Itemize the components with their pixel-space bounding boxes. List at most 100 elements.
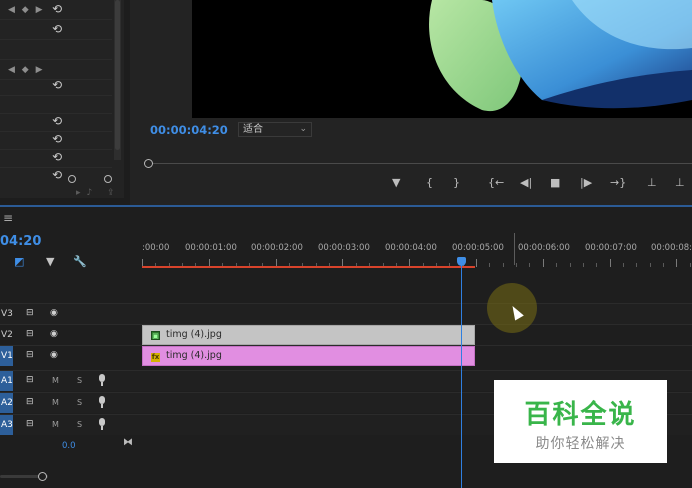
- fx-property-row: ⟲: [0, 114, 112, 132]
- time-ruler-labels: :00:00 00:00:01:00 00:00:02:00 00:00:03:…: [142, 243, 692, 257]
- toggle-sync-lock-icon[interactable]: ⊟: [26, 329, 34, 339]
- mark-out-button[interactable]: }: [453, 176, 460, 192]
- fx-badge-icon: fx: [151, 353, 160, 362]
- timeline-timecode[interactable]: 04:20: [0, 234, 41, 249]
- image-clip-icon: ▣: [151, 331, 160, 340]
- eye-icon[interactable]: ◉: [50, 308, 58, 318]
- preview-image: [429, 0, 692, 112]
- fx-zoom-slider[interactable]: [68, 175, 114, 183]
- ruler-minor-tick: [689, 263, 691, 267]
- mute-button[interactable]: M: [52, 420, 59, 429]
- ruler-label: :00:00: [142, 243, 170, 253]
- program-scrub-bar[interactable]: [148, 163, 692, 164]
- step-forward-button[interactable]: |▶: [580, 176, 592, 192]
- add-marker-button[interactable]: ▼: [392, 176, 400, 192]
- ruler-label: 00:00:01:00: [185, 243, 237, 253]
- ruler-label: 00:00:07:00: [585, 243, 637, 253]
- ruler-label: 00:00:04:00: [385, 243, 437, 253]
- toggle-sync-lock-icon[interactable]: ⊟: [26, 350, 34, 360]
- master-volume-value[interactable]: 0.0: [62, 441, 76, 451]
- lift-button[interactable]: ⊥: [647, 176, 657, 192]
- microphone-icon[interactable]: [99, 418, 105, 430]
- toggle-sync-lock-icon[interactable]: ⊟: [26, 397, 34, 407]
- ruler-label: 00:00:06:00: [518, 243, 570, 253]
- program-timecode[interactable]: 00:00:04:20: [150, 123, 228, 137]
- ruler-minor-tick: [529, 263, 531, 267]
- add-marker-icon[interactable]: ▼: [46, 255, 54, 268]
- toggle-sync-lock-icon[interactable]: ⊟: [26, 419, 34, 429]
- reset-icon[interactable]: ⟲: [52, 133, 64, 145]
- playhead-handle[interactable]: [457, 257, 466, 266]
- mute-button[interactable]: M: [52, 376, 59, 385]
- fx-property-row: ⟲: [0, 150, 112, 168]
- extract-button[interactable]: ⊥: [675, 176, 685, 192]
- keyframe-navigator[interactable]: ◀ ◆ ▶: [8, 65, 45, 75]
- reset-icon[interactable]: ⟲: [52, 79, 64, 91]
- toggle-sync-lock-icon[interactable]: ⊟: [26, 375, 34, 385]
- mark-in-button[interactable]: {: [426, 176, 433, 192]
- program-scrub-handle[interactable]: [144, 159, 153, 168]
- premiere-workspace: ◀ ◆ ▶ ⟲ ⟲ ◀ ◆ ▶ ⟲ ⟲ ⟲ ⟲ ⟲ ▸♪ ⇪ 00:00:04:…: [0, 0, 692, 488]
- playhead-line[interactable]: [461, 261, 462, 488]
- step-back-button[interactable]: ◀|: [520, 176, 532, 192]
- track-label[interactable]: V3: [0, 304, 13, 324]
- microphone-icon[interactable]: [99, 396, 105, 408]
- clip-v1[interactable]: fx timg (4).jpg: [142, 346, 475, 366]
- ruler-label: 00:00:08:: [651, 243, 692, 253]
- panel-menu-icon[interactable]: ≡: [3, 211, 13, 225]
- ruler-minor-tick: [623, 263, 624, 267]
- wrench-icon[interactable]: 🔧: [73, 255, 87, 268]
- ruler-minor-tick: [649, 263, 651, 267]
- fx-property-row: ⟲: [0, 132, 112, 150]
- fit-select[interactable]: 适合 ⌄: [238, 122, 312, 137]
- bowtie-icon[interactable]: ⧓: [123, 437, 133, 448]
- ruler-minor-tick: [502, 263, 504, 267]
- reset-icon[interactable]: ⟲: [52, 151, 64, 163]
- track-row-v3: V3 ⊟ ◉: [0, 303, 692, 324]
- reset-icon[interactable]: ⟲: [52, 23, 64, 35]
- watermark-logo: 百科全说 助你轻松解决: [494, 380, 667, 463]
- track-row-v1: V1 ⊟ ◉ fx timg (4).jpg: [0, 345, 692, 366]
- track-label[interactable]: V2: [0, 325, 13, 345]
- snap-icon[interactable]: ◩: [14, 255, 24, 268]
- fx-property-row: ⟲: [0, 22, 112, 40]
- track-label[interactable]: A2: [0, 393, 13, 413]
- ruler-minor-tick: [636, 263, 638, 267]
- program-monitor: 00:00:04:20 适合 ⌄ ▼ { } {← ◀| ■ |▶ →} ⊥ ⊥: [130, 0, 692, 205]
- track-label[interactable]: V1: [0, 346, 13, 366]
- solo-button[interactable]: S: [77, 398, 82, 407]
- keyframe-navigator[interactable]: ◀ ◆ ▶: [8, 5, 45, 15]
- track-label[interactable]: A3: [0, 415, 13, 435]
- toggle-sync-lock-icon[interactable]: ⊟: [26, 308, 34, 318]
- stop-button[interactable]: ■: [550, 176, 560, 192]
- scroll-handle[interactable]: [38, 472, 47, 481]
- timeline-horizontal-scrollbar[interactable]: [0, 472, 692, 481]
- solo-button[interactable]: S: [77, 420, 82, 429]
- clip-v2[interactable]: ▣ timg (4).jpg: [142, 325, 475, 345]
- eye-icon[interactable]: ◉: [50, 350, 58, 360]
- microphone-icon[interactable]: [99, 374, 105, 386]
- reset-icon[interactable]: ⟲: [52, 169, 64, 181]
- ruler-major-tick: [609, 259, 611, 267]
- fx-property-row: [0, 96, 112, 114]
- reset-icon[interactable]: ⟲: [52, 3, 64, 15]
- clip-label: timg (4).jpg: [166, 329, 222, 340]
- watermark-title: 百科全说: [524, 400, 637, 430]
- zoom-handle-left[interactable]: [68, 175, 76, 183]
- ruler-major-tick: [542, 259, 544, 267]
- zoom-handle-right[interactable]: [104, 175, 112, 183]
- go-to-in-button[interactable]: {←: [488, 176, 504, 192]
- chevron-down-icon: ⌄: [299, 124, 307, 134]
- ruler-minor-tick: [489, 263, 491, 267]
- eye-icon[interactable]: ◉: [50, 329, 58, 339]
- reset-icon[interactable]: ⟲: [52, 115, 64, 127]
- scroll-thumb[interactable]: [115, 0, 120, 150]
- solo-button[interactable]: S: [77, 376, 82, 385]
- ruler-minor-tick: [582, 263, 584, 267]
- track-label[interactable]: A1: [0, 371, 13, 391]
- go-to-out-button[interactable]: →}: [610, 176, 626, 192]
- mute-button[interactable]: M: [52, 398, 59, 407]
- work-area-bar[interactable]: [142, 266, 475, 268]
- clip-label: timg (4).jpg: [166, 350, 222, 361]
- fx-vertical-scrollbar[interactable]: [114, 0, 121, 160]
